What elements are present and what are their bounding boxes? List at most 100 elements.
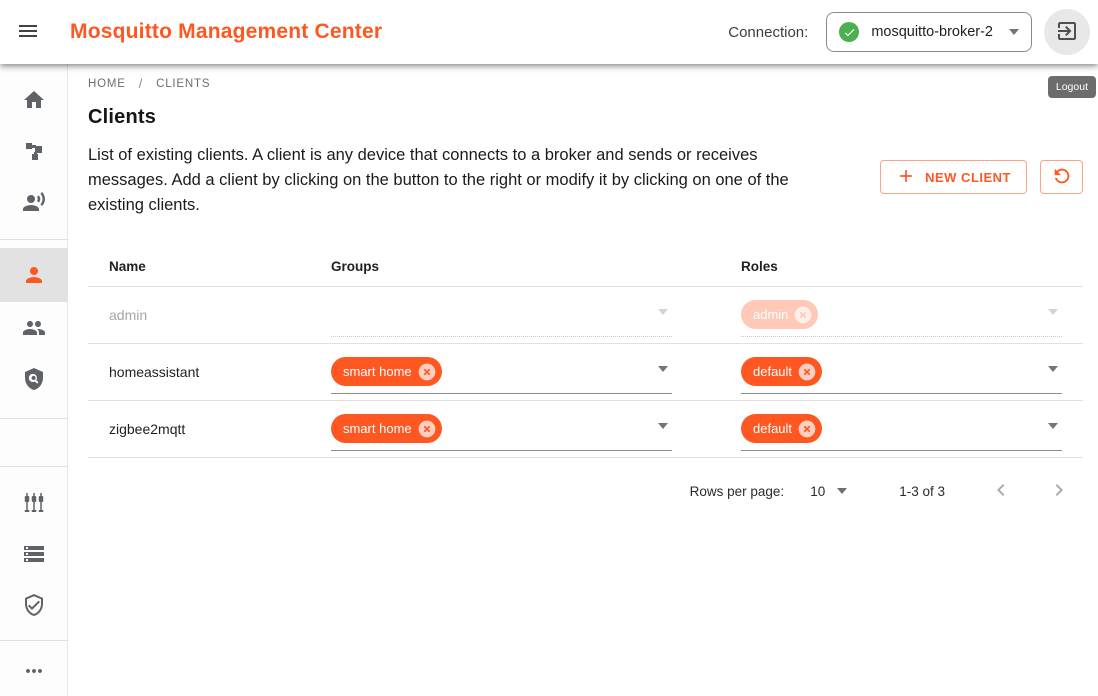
sidebar-item-home[interactable] bbox=[0, 74, 68, 125]
chevron-down-icon bbox=[1009, 29, 1019, 35]
logout-tooltip: Logout bbox=[1048, 76, 1096, 98]
chevron-down-icon bbox=[1048, 423, 1058, 429]
sidebar-item-sliders[interactable] bbox=[0, 477, 68, 528]
table-header: Name Groups Roles bbox=[88, 247, 1083, 287]
sidebar-group bbox=[0, 248, 67, 404]
roles-select[interactable]: admin bbox=[741, 293, 1062, 337]
sidebar-divider bbox=[0, 640, 68, 641]
table-body: adminadminhomeassistantsmart homedefault… bbox=[88, 287, 1083, 458]
previous-page-button[interactable] bbox=[979, 469, 1023, 513]
chip-smart-home[interactable]: smart home bbox=[331, 357, 442, 386]
chip-label: default bbox=[753, 421, 792, 436]
chevron-down-icon bbox=[1048, 309, 1058, 315]
chip-smart-home[interactable]: smart home bbox=[331, 414, 442, 443]
chevron-down-icon bbox=[658, 366, 668, 372]
chip-delete-icon[interactable] bbox=[797, 419, 817, 439]
groups-cell: smart home bbox=[331, 407, 741, 451]
sidebar-item-person[interactable] bbox=[0, 248, 68, 302]
page-description: List of existing clients. A client is an… bbox=[88, 143, 836, 218]
chip-delete-icon[interactable] bbox=[797, 362, 817, 382]
sidebar-item-shield-check[interactable] bbox=[0, 579, 68, 630]
table-row-admin[interactable]: admin admin bbox=[88, 287, 1083, 344]
table-row-zigbee2mqtt[interactable]: zigbee2mqttsmart home default bbox=[88, 401, 1083, 458]
chip-delete-icon[interactable] bbox=[793, 305, 813, 325]
groups-select[interactable]: smart home bbox=[331, 350, 672, 394]
roles-select[interactable]: default bbox=[741, 407, 1062, 451]
new-client-button[interactable]: NEW CLIENT bbox=[880, 160, 1027, 194]
storage-icon bbox=[22, 542, 46, 566]
chip-label: default bbox=[753, 364, 792, 379]
logout-button[interactable] bbox=[1044, 9, 1090, 55]
breadcrumb-current: CLIENTS bbox=[156, 78, 210, 90]
sidebar-item-storage[interactable] bbox=[0, 528, 68, 579]
chevron-down-icon bbox=[658, 309, 668, 315]
groups-select[interactable]: smart home bbox=[331, 407, 672, 451]
groups-cell: smart home bbox=[331, 350, 741, 394]
column-header-name: Name bbox=[88, 259, 331, 274]
chevron-down-icon bbox=[658, 423, 668, 429]
groups-cell bbox=[331, 293, 741, 337]
chevron-right-icon bbox=[1047, 478, 1071, 505]
rows-per-page-value: 10 bbox=[810, 484, 825, 499]
page-title: Clients bbox=[88, 106, 1083, 129]
chip-admin[interactable]: admin bbox=[741, 300, 818, 329]
chevron-down-icon bbox=[1048, 366, 1058, 372]
plus-icon bbox=[896, 166, 916, 189]
voice-person-icon bbox=[22, 190, 46, 214]
pagination-range: 1-3 of 3 bbox=[899, 484, 945, 499]
shield-search-icon bbox=[22, 367, 46, 391]
chip-delete-icon[interactable] bbox=[417, 362, 437, 382]
chevron-down-icon bbox=[837, 488, 847, 494]
breadcrumb: HOME / CLIENTS bbox=[88, 76, 1083, 91]
rows-per-page-label: Rows per page: bbox=[690, 484, 785, 499]
client-name: zigbee2mqtt bbox=[88, 421, 331, 437]
connection-value: mosquitto-broker-2 bbox=[871, 24, 993, 40]
roles-select[interactable]: default bbox=[741, 350, 1062, 394]
sidebar-item-shield-search[interactable] bbox=[0, 353, 68, 404]
sidebar-group bbox=[0, 477, 67, 630]
client-name: homeassistant bbox=[88, 364, 331, 380]
more-dots-icon bbox=[22, 659, 46, 683]
roles-cell: default bbox=[741, 350, 1083, 394]
groups-select[interactable] bbox=[331, 293, 672, 337]
home-icon bbox=[22, 88, 46, 112]
rows-per-page-select[interactable]: 10 bbox=[810, 484, 847, 499]
sidebar-group bbox=[0, 419, 67, 466]
sidebar-item-people[interactable] bbox=[0, 302, 68, 353]
exit-to-app-icon bbox=[1055, 19, 1079, 46]
sidebar-item-more-dots[interactable] bbox=[0, 645, 68, 696]
table-row-homeassistant[interactable]: homeassistantsmart home default bbox=[88, 344, 1083, 401]
chip-delete-icon[interactable] bbox=[417, 419, 437, 439]
next-page-button[interactable] bbox=[1037, 469, 1081, 513]
chip-default[interactable]: default bbox=[741, 357, 822, 386]
roles-cell: default bbox=[741, 407, 1083, 451]
sidebar-divider bbox=[0, 239, 68, 240]
connection-select[interactable]: mosquitto-broker-2 bbox=[826, 12, 1032, 52]
clients-table: Name Groups Roles admin admin homeassistan… bbox=[88, 247, 1083, 524]
client-name: admin bbox=[88, 307, 331, 323]
main-content: HOME / CLIENTS Clients List of existing … bbox=[68, 64, 1098, 524]
sidebar-item-voice-person[interactable] bbox=[0, 176, 68, 227]
column-header-roles: Roles bbox=[741, 259, 1083, 274]
roles-cell: admin bbox=[741, 293, 1083, 337]
breadcrumb-separator: / bbox=[139, 76, 143, 91]
column-header-groups: Groups bbox=[331, 259, 741, 274]
chip-default[interactable]: default bbox=[741, 414, 822, 443]
refresh-icon bbox=[1051, 165, 1073, 190]
hamburger-icon bbox=[16, 19, 40, 46]
chip-label: admin bbox=[753, 307, 788, 322]
check-circle-icon bbox=[839, 22, 859, 42]
chevron-left-icon bbox=[989, 478, 1013, 505]
people-icon bbox=[22, 316, 46, 340]
connection-label: Connection: bbox=[728, 24, 808, 41]
refresh-button[interactable] bbox=[1040, 160, 1083, 194]
sidebar bbox=[0, 64, 68, 696]
sidebar-group bbox=[0, 645, 67, 696]
app-title: Mosquitto Management Center bbox=[70, 20, 382, 44]
sidebar-item-topology[interactable] bbox=[0, 125, 68, 176]
sidebar-divider bbox=[0, 466, 68, 467]
menu-button[interactable] bbox=[8, 12, 48, 52]
sliders-icon bbox=[22, 491, 46, 515]
breadcrumb-home-link[interactable]: HOME bbox=[88, 78, 126, 90]
pagination: Rows per page: 10 1-3 of 3 bbox=[88, 458, 1083, 524]
